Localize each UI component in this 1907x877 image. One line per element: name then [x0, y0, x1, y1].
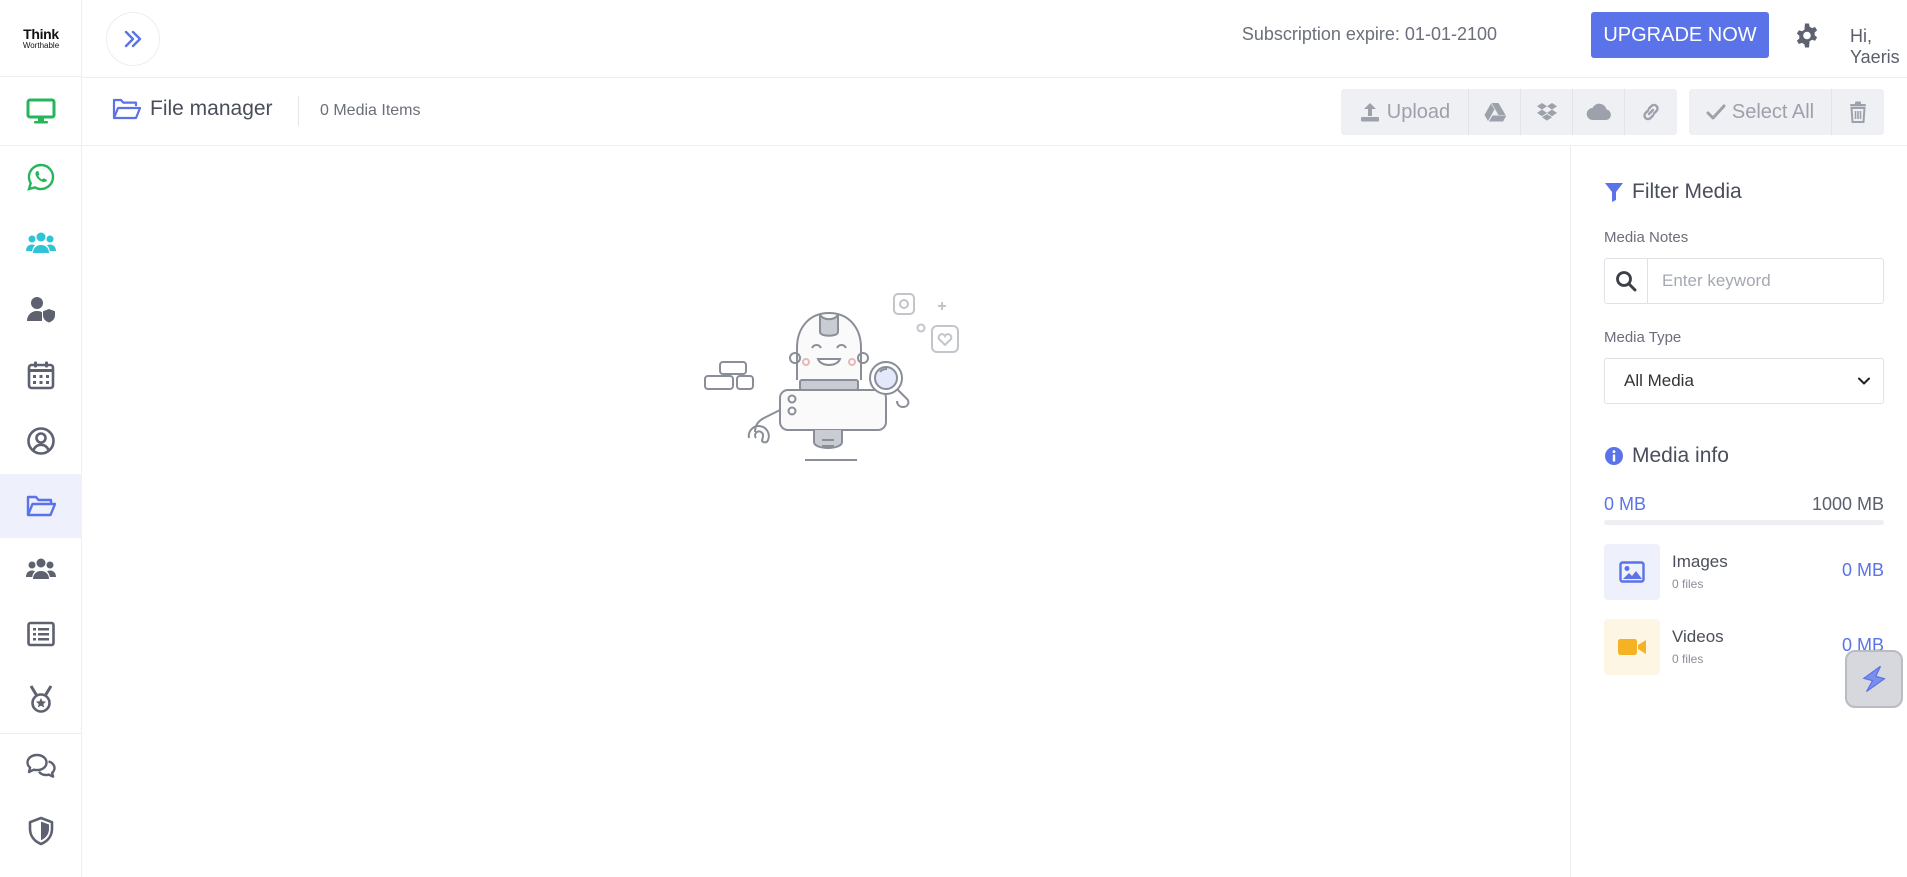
sidebar-item-profile[interactable] — [0, 410, 82, 472]
chevron-down-icon — [1858, 377, 1870, 385]
image-icon — [1619, 561, 1645, 583]
media-notes-label: Media Notes — [1604, 229, 1689, 246]
link-icon — [1643, 103, 1659, 121]
select-all-button[interactable]: Select All — [1689, 89, 1832, 135]
delete-button[interactable] — [1832, 89, 1884, 135]
list-icon — [27, 621, 55, 647]
group-icon — [26, 558, 56, 579]
page-title: File manager — [112, 97, 273, 121]
user-circle-icon — [27, 427, 55, 455]
images-icon-box — [1604, 544, 1660, 600]
sidebar-divider — [0, 76, 82, 77]
check-icon — [1706, 104, 1726, 120]
sidebar: Think Worthable — [0, 0, 82, 877]
sidebar-item-chat[interactable] — [0, 735, 82, 797]
sidebar-item-rewards[interactable] — [0, 668, 82, 730]
media-grid-area — [82, 146, 1570, 877]
media-stat-videos[interactable]: Videos 0 files 0 MB — [1604, 619, 1884, 675]
filter-panel: Filter Media Media Notes Media Type All … — [1570, 146, 1907, 877]
sidebar-toggle-button[interactable] — [106, 12, 160, 66]
images-label: Images — [1672, 552, 1728, 571]
dropbox-button[interactable] — [1521, 89, 1573, 135]
filter-media-title-text: Filter Media — [1632, 180, 1742, 203]
file-manager-toolbar: File manager 0 Media Items Upload Select… — [82, 78, 1907, 146]
upload-button[interactable]: Upload — [1341, 89, 1469, 135]
dropbox-icon — [1536, 103, 1557, 121]
videos-file-count: 0 files — [1672, 652, 1704, 666]
sidebar-item-security[interactable] — [0, 800, 82, 862]
info-circle-icon — [1605, 447, 1623, 465]
upgrade-now-button[interactable]: UPGRADE NOW — [1591, 12, 1769, 58]
page-title-text: File manager — [150, 97, 273, 120]
filter-icon — [1605, 183, 1623, 202]
media-type-label: Media Type — [1604, 329, 1682, 346]
chevron-double-right-icon — [124, 30, 142, 48]
storage-used: 0 MB — [1604, 494, 1647, 514]
cloud-icon — [1586, 103, 1611, 121]
comments-icon — [26, 753, 56, 778]
folder-open-icon — [112, 98, 142, 120]
select-all-label: Select All — [1731, 100, 1815, 123]
cloud-button[interactable] — [1573, 89, 1625, 135]
logo-line2: Worthable — [22, 40, 60, 50]
search-input[interactable] — [1648, 258, 1884, 304]
app: Think Worthable Subscription expire: 01-… — [0, 0, 1907, 877]
search-icon — [1616, 271, 1637, 292]
upload-label: Upload — [1386, 100, 1451, 123]
media-notes-search — [1604, 258, 1884, 304]
folder-open-icon — [26, 495, 57, 517]
sidebar-item-contacts[interactable] — [0, 212, 82, 274]
lightning-icon — [1862, 665, 1886, 692]
media-type-selected: All Media — [1624, 371, 1694, 390]
images-file-count: 0 files — [1672, 577, 1704, 591]
empty-state-robot-illustration — [704, 293, 959, 461]
trash-icon — [1850, 101, 1866, 123]
header: Subscription expire: 01-01-2100 UPGRADE … — [82, 0, 1907, 78]
logo-line1: Think — [23, 25, 59, 42]
sidebar-item-lists[interactable] — [0, 603, 82, 665]
media-info-title-text: Media info — [1632, 444, 1729, 467]
sidebar-item-admins[interactable] — [0, 278, 82, 340]
link-button[interactable] — [1625, 89, 1677, 135]
sidebar-item-whatsapp[interactable] — [0, 146, 82, 208]
video-camera-icon — [1618, 639, 1646, 655]
selection-button-group: Select All — [1689, 89, 1884, 135]
media-count: 0 Media Items — [320, 102, 421, 119]
search-button[interactable] — [1604, 258, 1648, 304]
sidebar-item-calendar[interactable] — [0, 344, 82, 406]
subscription-expiry: Subscription expire: 01-01-2100 — [1241, 24, 1497, 44]
sidebar-divider — [0, 733, 82, 734]
videos-label: Videos — [1672, 627, 1724, 646]
sidebar-item-team[interactable] — [0, 538, 82, 600]
monitor-icon — [26, 98, 56, 124]
upload-button-group: Upload — [1341, 89, 1677, 135]
storage-usage: 0 MB 1000 MB — [1604, 494, 1884, 515]
medal-icon — [29, 685, 53, 713]
gear-icon[interactable] — [1793, 22, 1821, 50]
whatsapp-icon — [27, 163, 55, 191]
storage-total: 1000 MB — [1811, 494, 1884, 514]
logo[interactable]: Think Worthable — [0, 0, 82, 76]
videos-icon-box — [1604, 619, 1660, 675]
media-info-title: Media info — [1604, 444, 1729, 468]
media-type-select[interactable]: All Media — [1604, 358, 1884, 404]
google-drive-icon — [1484, 103, 1506, 122]
calendar-icon — [27, 361, 55, 390]
shield-icon — [28, 816, 54, 846]
users-icon — [26, 232, 56, 253]
images-size: 0 MB — [1841, 560, 1884, 580]
google-drive-button[interactable] — [1469, 89, 1521, 135]
storage-progress-bar — [1604, 520, 1884, 525]
sidebar-item-file-manager[interactable] — [0, 474, 82, 538]
title-separator — [298, 96, 299, 126]
sidebar-item-dashboard[interactable] — [0, 80, 82, 142]
upload-icon — [1360, 103, 1379, 122]
user-greeting[interactable]: Hi, Yaeris — [1850, 26, 1907, 68]
media-stat-images[interactable]: Images 0 files 0 MB — [1604, 544, 1884, 600]
filter-media-title: Filter Media — [1604, 180, 1742, 204]
user-shield-icon — [27, 297, 55, 323]
floating-assistant-button[interactable] — [1845, 650, 1903, 708]
